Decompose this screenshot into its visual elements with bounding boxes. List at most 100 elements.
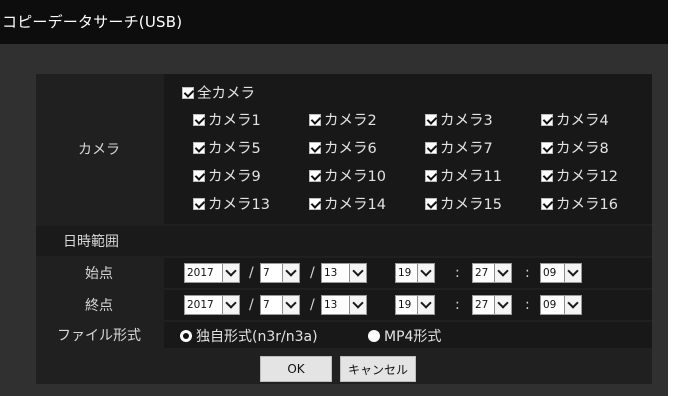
checkbox-camera-9[interactable]: カメラ9 — [193, 165, 261, 186]
camera-checkbox-grid: 全カメラ カメラ1 カメラ2 カメラ3 カメラ4 カメラ5 カメラ6 カメラ7 … — [164, 74, 652, 224]
time-separator: : — [525, 297, 530, 313]
chevron-down-icon — [222, 264, 239, 282]
checkbox-camera-8[interactable]: カメラ8 — [541, 137, 609, 158]
checkbox-camera-6[interactable]: カメラ6 — [309, 137, 377, 158]
radio-unselected-icon — [368, 330, 380, 342]
checkbox-camera-14[interactable]: カメラ14 — [309, 193, 386, 214]
chevron-down-icon — [222, 296, 239, 314]
date-separator: / — [310, 297, 315, 313]
checkbox-checked-icon — [425, 141, 437, 154]
start-hour-value: 19 — [398, 267, 412, 279]
checkbox-camera-13[interactable]: カメラ13 — [193, 193, 270, 214]
start-day-select[interactable]: 13 — [321, 263, 367, 283]
end-day-select[interactable]: 13 — [321, 295, 367, 315]
start-year-select[interactable]: 2017 — [184, 263, 240, 283]
end-minute-select[interactable]: 27 — [472, 295, 512, 315]
checkbox-checked-icon — [425, 197, 437, 210]
radio-selected-icon — [180, 330, 192, 342]
chevron-down-icon — [349, 296, 366, 314]
checkbox-camera-7[interactable]: カメラ7 — [425, 137, 493, 158]
end-month-value: 7 — [263, 299, 270, 311]
end-year-select[interactable]: 2017 — [184, 295, 240, 315]
file-format-options: 独自形式(n3r/n3a) MP4形式 — [164, 322, 652, 348]
end-day-value: 13 — [324, 299, 338, 311]
checkbox-camera-16-label: カメラ16 — [556, 197, 618, 213]
checkbox-all-cameras[interactable]: 全カメラ — [182, 82, 255, 103]
checkbox-camera-10[interactable]: カメラ10 — [309, 165, 386, 186]
checkbox-camera-2-label: カメラ2 — [324, 113, 377, 129]
checkbox-checked-icon — [541, 141, 553, 154]
checkbox-camera-16[interactable]: カメラ16 — [541, 193, 618, 214]
checkbox-camera-7-label: カメラ7 — [440, 141, 493, 157]
title-bar: コピーデータサーチ(USB) — [0, 0, 668, 44]
end-hour-select[interactable]: 19 — [395, 295, 435, 315]
end-month-select[interactable]: 7 — [260, 295, 300, 315]
checkbox-checked-icon — [182, 86, 194, 99]
chevron-down-icon — [417, 264, 434, 282]
radio-mp4-format[interactable]: MP4形式 — [368, 326, 441, 346]
end-second-value: 09 — [543, 299, 557, 311]
end-hour-value: 19 — [398, 299, 412, 311]
start-year-value: 2017 — [187, 267, 214, 279]
checkbox-camera-10-label: カメラ10 — [324, 169, 386, 185]
checkbox-checked-icon — [541, 113, 553, 126]
start-row: 始点 2017 / 7 / 13 19 : 27 : 09 — [36, 258, 652, 288]
checkbox-checked-icon — [193, 169, 205, 182]
end-label: 終点 — [85, 298, 113, 314]
checkbox-camera-12[interactable]: カメラ12 — [541, 165, 618, 186]
chevron-down-icon — [282, 264, 299, 282]
radio-proprietary-format[interactable]: 独自形式(n3r/n3a) — [180, 326, 318, 346]
start-month-value: 7 — [263, 267, 270, 279]
checkbox-camera-5-label: カメラ5 — [208, 141, 261, 157]
start-minute-select[interactable]: 27 — [472, 263, 512, 283]
dialog-window: コピーデータサーチ(USB) カメラ 全カメラ カメラ1 カメラ2 カメラ3 カ… — [0, 0, 668, 396]
ok-button[interactable]: OK — [260, 356, 332, 382]
start-hour-select[interactable]: 19 — [395, 263, 435, 283]
start-label: 始点 — [85, 266, 113, 282]
checkbox-camera-11[interactable]: カメラ11 — [425, 165, 502, 186]
start-month-select[interactable]: 7 — [260, 263, 300, 283]
start-second-select[interactable]: 09 — [540, 263, 582, 283]
chevron-down-icon — [282, 296, 299, 314]
time-separator: : — [455, 297, 460, 313]
start-fields: 2017 / 7 / 13 19 : 27 : 09 — [164, 258, 652, 288]
date-separator: / — [310, 265, 315, 281]
radio-mp4-format-label: MP4形式 — [384, 329, 442, 345]
camera-label: カメラ — [78, 142, 120, 158]
start-minute-value: 27 — [475, 267, 489, 279]
datetime-range-row: 日時範囲 — [36, 226, 652, 256]
start-second-value: 09 — [543, 267, 557, 279]
checkbox-checked-icon — [309, 197, 321, 210]
end-year-value: 2017 — [187, 299, 214, 311]
chevron-down-icon — [494, 264, 511, 282]
checkbox-checked-icon — [541, 169, 553, 182]
checkbox-camera-4[interactable]: カメラ4 — [541, 109, 609, 130]
checkbox-camera-2[interactable]: カメラ2 — [309, 109, 377, 130]
end-second-select[interactable]: 09 — [540, 295, 582, 315]
search-form: カメラ 全カメラ カメラ1 カメラ2 カメラ3 カメラ4 カメラ5 カメラ6 カ… — [36, 74, 652, 384]
chevron-down-icon — [349, 264, 366, 282]
checkbox-checked-icon — [193, 141, 205, 154]
checkbox-camera-3[interactable]: カメラ3 — [425, 109, 493, 130]
checkbox-checked-icon — [193, 197, 205, 210]
checkbox-camera-5[interactable]: カメラ5 — [193, 137, 261, 158]
checkbox-checked-icon — [309, 169, 321, 182]
chevron-down-icon — [564, 296, 581, 314]
checkbox-camera-15[interactable]: カメラ15 — [425, 193, 502, 214]
checkbox-camera-11-label: カメラ11 — [440, 169, 502, 185]
date-separator: / — [249, 265, 254, 281]
checkbox-checked-icon — [309, 141, 321, 154]
checkbox-camera-14-label: カメラ14 — [324, 197, 386, 213]
end-minute-value: 27 — [475, 299, 489, 311]
checkbox-camera-15-label: カメラ15 — [440, 197, 502, 213]
file-format-row: ファイル形式 独自形式(n3r/n3a) MP4形式 — [36, 322, 652, 348]
chevron-down-icon — [494, 296, 511, 314]
checkbox-checked-icon — [425, 169, 437, 182]
window-title: コピーデータサーチ(USB) — [2, 13, 183, 31]
cancel-button[interactable]: キャンセル — [340, 356, 416, 382]
datetime-range-label: 日時範囲 — [63, 234, 119, 250]
radio-proprietary-format-label: 独自形式(n3r/n3a) — [196, 329, 318, 345]
chevron-down-icon — [417, 296, 434, 314]
start-day-value: 13 — [324, 267, 338, 279]
checkbox-camera-1[interactable]: カメラ1 — [193, 109, 261, 130]
